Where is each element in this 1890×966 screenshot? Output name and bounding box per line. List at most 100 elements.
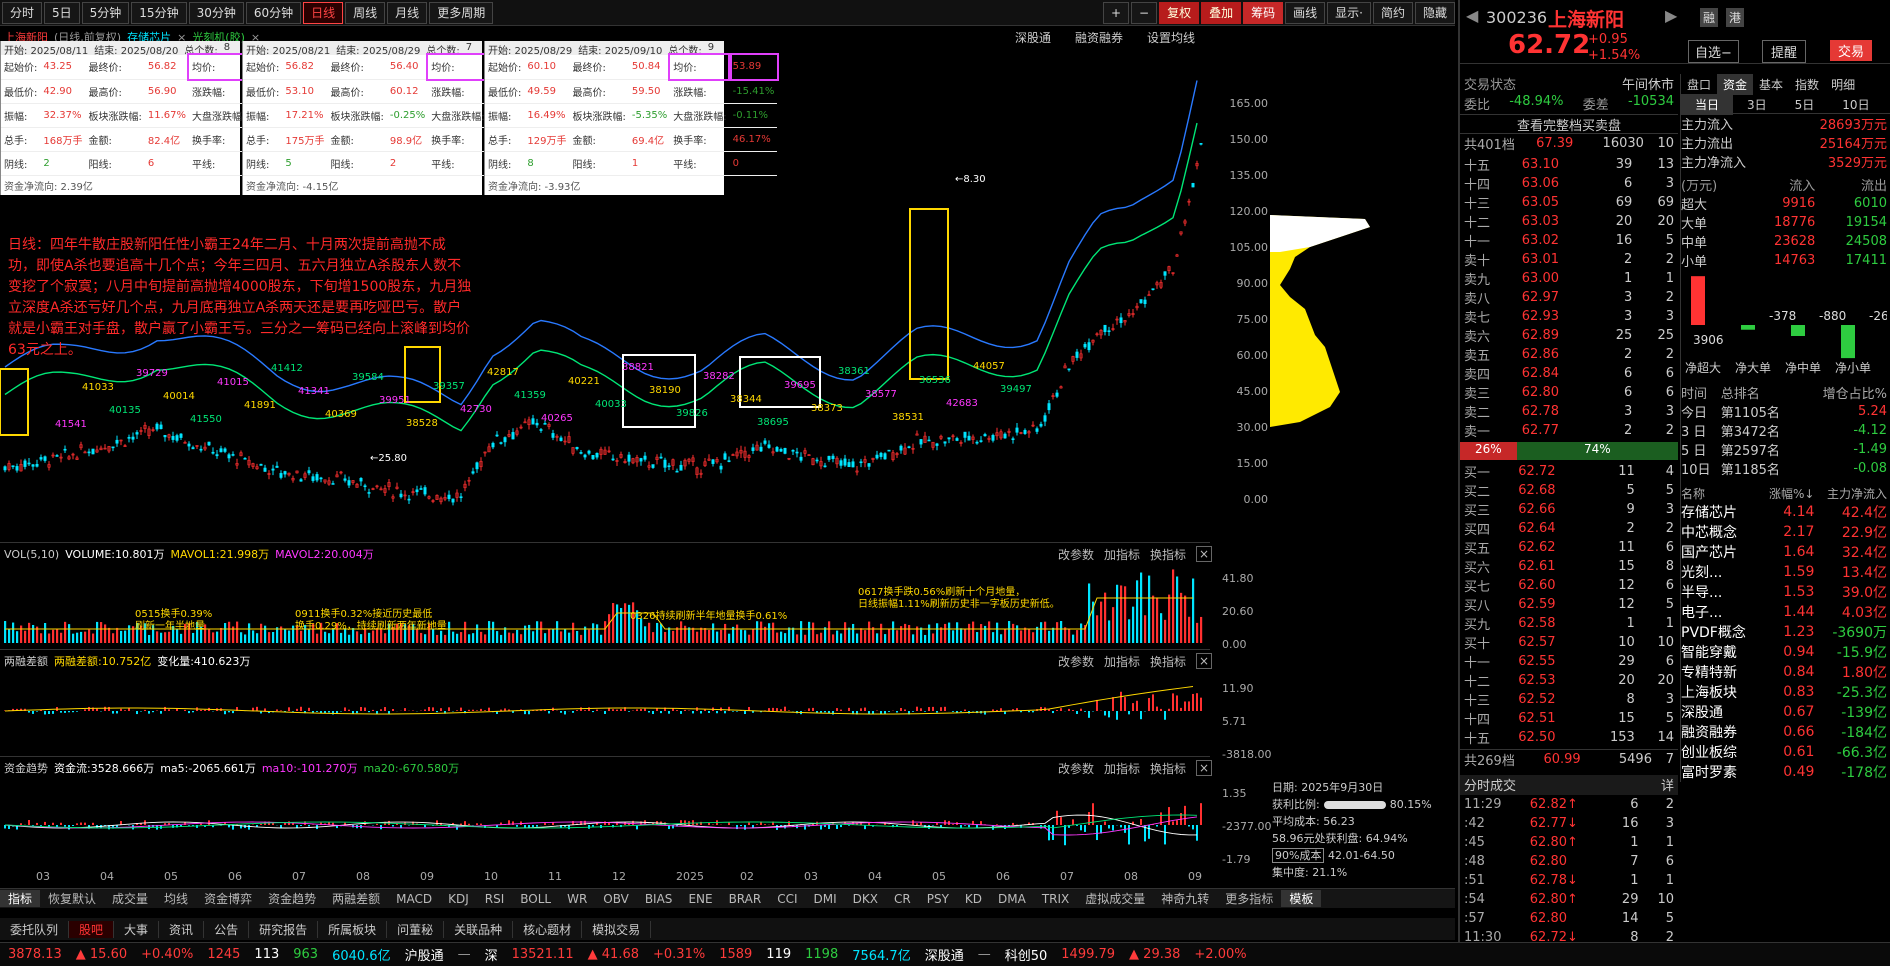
fund-sub-0[interactable]: 当日 xyxy=(1681,94,1734,115)
fund-tab-0[interactable]: 盘口 xyxy=(1681,74,1717,95)
bottom-tab-6[interactable]: 所属板块 xyxy=(318,920,388,938)
panel-tool-1[interactable]: 加指标 xyxy=(1104,760,1140,777)
tool-7[interactable]: 简约 xyxy=(1372,1,1413,24)
period-5[interactable]: 60分钟 xyxy=(245,1,302,24)
bottom-tab-8[interactable]: 关联品种 xyxy=(444,920,514,938)
watchlist-button[interactable]: 自选− xyxy=(1688,40,1739,63)
tool-3[interactable]: 叠加 xyxy=(1201,1,1242,24)
bottom-tab-7[interactable]: 问董秘 xyxy=(387,920,445,938)
sector-row[interactable]: 电子... 1.44 4.03亿 xyxy=(1681,602,1887,622)
trades-detail-button[interactable]: 详 xyxy=(1661,775,1674,795)
sector-row[interactable]: 富时罗素 0.49 -178亿 xyxy=(1681,762,1887,782)
alert-button[interactable]: 提醒 xyxy=(1762,40,1807,63)
tool-6[interactable]: 显示· xyxy=(1327,1,1371,24)
indicator-tab-13[interactable]: BIAS xyxy=(637,892,681,906)
panel-tool-2[interactable]: 换指标 xyxy=(1150,546,1186,563)
sector-row[interactable]: 上海板块 0.83 -25.3亿 xyxy=(1681,682,1887,702)
indicator-tab-6[interactable]: 两融差额 xyxy=(324,890,388,907)
panel-tool-0[interactable]: 改参数 xyxy=(1058,653,1094,670)
period-4[interactable]: 30分钟 xyxy=(188,1,244,24)
sector-row[interactable]: 智能穿戴 0.94 -15.9亿 xyxy=(1681,642,1887,662)
indicator-tab-10[interactable]: BOLL xyxy=(512,892,559,906)
sector-row[interactable]: 深股通 0.67 -139亿 xyxy=(1681,702,1887,722)
fund-trend-chart[interactable] xyxy=(0,777,1210,872)
close-panel-icon[interactable]: × xyxy=(1196,546,1213,562)
indicator-tab-15[interactable]: BRAR xyxy=(721,892,770,906)
tool-0[interactable]: + xyxy=(1102,1,1130,24)
period-3[interactable]: 15分钟 xyxy=(131,1,187,24)
indicator-tab-16[interactable]: CCI xyxy=(769,892,805,906)
fund-sub-3[interactable]: 10日 xyxy=(1828,94,1883,115)
fund-sub-1[interactable]: 3日 xyxy=(1733,94,1781,115)
fund-tab-4[interactable]: 明细 xyxy=(1825,74,1861,95)
next-stock-icon[interactable]: ▶ xyxy=(1665,6,1677,25)
period-9[interactable]: 更多周期 xyxy=(429,1,494,24)
tool-1[interactable]: − xyxy=(1131,1,1158,24)
sector-row[interactable]: PVDF概念 1.23 -3690万 xyxy=(1681,622,1887,642)
indicator-tab-18[interactable]: DKX xyxy=(845,892,886,906)
indicator-tab-8[interactable]: KDJ xyxy=(440,892,477,906)
sector-row[interactable]: 光刻... 1.59 13.4亿 xyxy=(1681,562,1887,582)
fund-tab-2[interactable]: 基本 xyxy=(1753,74,1789,95)
sector-row[interactable]: 半导... 1.53 39.0亿 xyxy=(1681,582,1887,602)
tool-5[interactable]: 画线 xyxy=(1285,1,1326,24)
indicator-tab-20[interactable]: PSY xyxy=(919,892,957,906)
full-depth-button[interactable]: 查看完整档买卖盘 xyxy=(1460,114,1678,134)
indicator-tab-24[interactable]: 虚拟成交量 xyxy=(1077,890,1153,907)
panel-tool-1[interactable]: 加指标 xyxy=(1104,653,1140,670)
indicator-tab-12[interactable]: OBV xyxy=(595,892,637,906)
period-8[interactable]: 月线 xyxy=(387,1,428,24)
sector-row[interactable]: 国产芯片 1.64 32.4亿 xyxy=(1681,542,1887,562)
tag-margin[interactable]: 融资融券 xyxy=(1075,29,1123,46)
indicator-tab-7[interactable]: MACD xyxy=(388,892,440,906)
tool-8[interactable]: 隐藏 xyxy=(1414,1,1455,24)
bottom-tab-1[interactable]: 股吧 xyxy=(69,920,115,938)
panel-tool-2[interactable]: 换指标 xyxy=(1150,760,1186,777)
indicator-tab-26[interactable]: 更多指标 xyxy=(1217,890,1281,907)
cost-select[interactable]: 90%成本 xyxy=(1272,848,1325,863)
period-0[interactable]: 分时 xyxy=(2,1,43,24)
sector-row[interactable]: 存储芯片 4.14 42.4亿 xyxy=(1681,502,1887,522)
indicator-tab-25[interactable]: 神奇九转 xyxy=(1153,890,1217,907)
indicator-tab-1[interactable]: 恢复默认 xyxy=(40,890,104,907)
tag-sgt[interactable]: 深股通 xyxy=(1015,29,1051,46)
sector-row[interactable]: 创业板综 0.61 -66.3亿 xyxy=(1681,742,1887,762)
panel-tool-0[interactable]: 改参数 xyxy=(1058,760,1094,777)
bottom-tab-9[interactable]: 核心题材 xyxy=(513,920,583,938)
panel-tool-1[interactable]: 加指标 xyxy=(1104,546,1140,563)
bottom-tab-3[interactable]: 资讯 xyxy=(159,920,205,938)
tool-2[interactable]: 复权 xyxy=(1159,1,1200,24)
fund-tab-1[interactable]: 资金 xyxy=(1717,74,1754,95)
sector-row[interactable]: 专精特新 0.84 1.80亿 xyxy=(1681,662,1887,682)
close-panel-icon[interactable]: × xyxy=(1196,760,1213,776)
indicator-tab-3[interactable]: 均线 xyxy=(156,890,196,907)
indicator-tab-14[interactable]: ENE xyxy=(680,892,720,906)
indicator-tab-0[interactable]: 指标 xyxy=(0,890,41,907)
tag-ma-settings[interactable]: 设置均线 xyxy=(1147,29,1195,46)
period-6[interactable]: 日线 xyxy=(303,1,344,24)
period-1[interactable]: 5日 xyxy=(44,1,80,24)
panel-tool-0[interactable]: 改参数 xyxy=(1058,546,1094,563)
bottom-tab-0[interactable]: 委托队列 xyxy=(0,920,70,938)
tool-4[interactable]: 筹码 xyxy=(1243,1,1284,24)
indicator-tab-22[interactable]: DMA xyxy=(990,892,1034,906)
indicator-tab-4[interactable]: 资金博弈 xyxy=(196,890,260,907)
trade-button[interactable]: 交易 xyxy=(1830,40,1873,61)
sector-row[interactable]: 中芯概念 2.17 22.9亿 xyxy=(1681,522,1887,542)
indicator-tab-19[interactable]: CR xyxy=(886,892,919,906)
prev-stock-icon[interactable]: ◀ xyxy=(1466,6,1478,25)
indicator-tab-11[interactable]: WR xyxy=(559,892,595,906)
fund-sub-2[interactable]: 5日 xyxy=(1781,94,1829,115)
period-7[interactable]: 周线 xyxy=(345,1,386,24)
indicator-tab-17[interactable]: DMI xyxy=(806,892,845,906)
period-2[interactable]: 5分钟 xyxy=(81,1,130,24)
indicator-tab-21[interactable]: KD xyxy=(957,892,990,906)
bottom-tab-2[interactable]: 大事 xyxy=(114,920,160,938)
panel-tool-2[interactable]: 换指标 xyxy=(1150,653,1186,670)
indicator-tab-23[interactable]: TRIX xyxy=(1034,892,1077,906)
indicator-tab-27[interactable]: 模板 xyxy=(1281,890,1322,907)
margin-chart[interactable] xyxy=(0,671,1210,751)
close-panel-icon[interactable]: × xyxy=(1196,653,1213,669)
indicator-tab-9[interactable]: RSI xyxy=(477,892,513,906)
fund-tab-3[interactable]: 指数 xyxy=(1789,74,1825,95)
